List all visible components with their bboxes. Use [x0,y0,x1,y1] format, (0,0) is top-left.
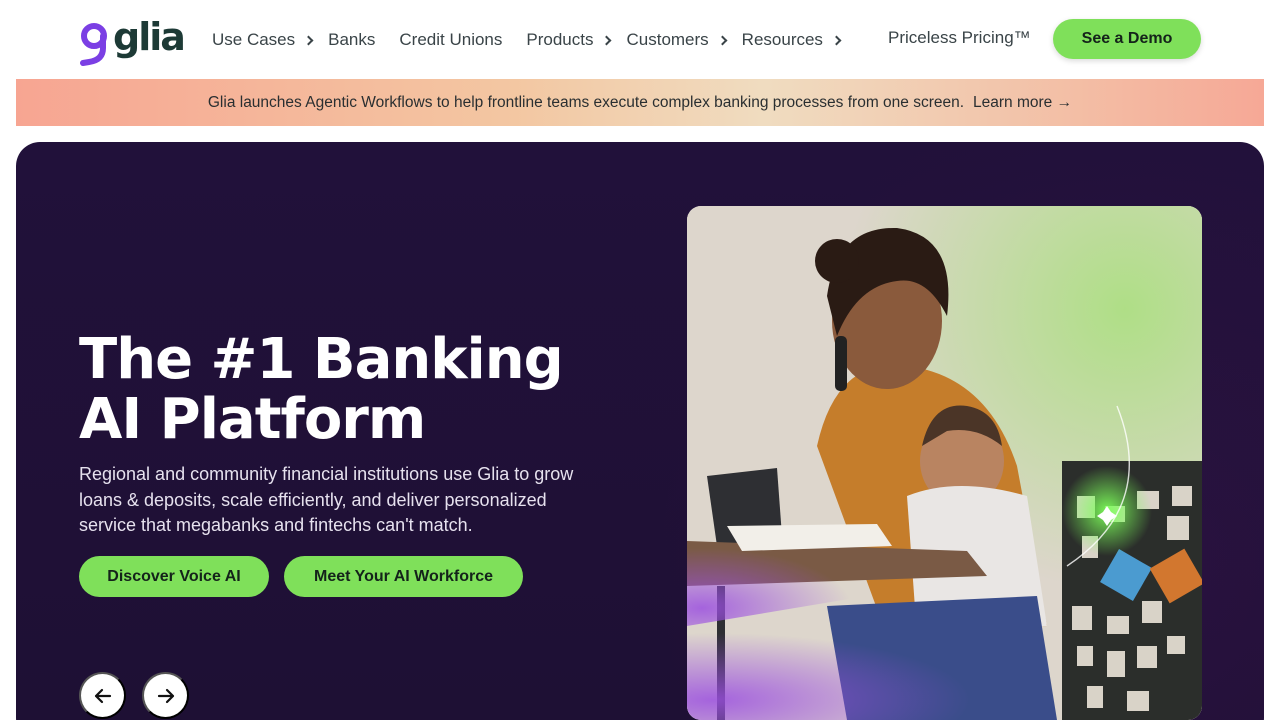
nav-item-customers[interactable]: Customers [626,30,729,50]
hero-photo [687,206,1202,720]
nav-item-pricing[interactable]: Priceless Pricing™ [888,28,1031,48]
discover-voice-ai-button[interactable]: Discover Voice AI [79,556,269,597]
see-a-demo-button[interactable]: See a Demo [1053,19,1201,59]
nav-item-label: Products [526,30,594,49]
arrow-left-icon [94,688,111,703]
learn-more-link[interactable]: Learn more → [973,94,1072,112]
announcement-text: Glia launches Agentic Workflows to help … [207,93,965,111]
nav-item-banks[interactable]: Banks [328,30,375,50]
glia-logo[interactable]: glia [79,14,186,66]
main-nav: Use Cases Banks Credit Unions Products C… [212,28,844,52]
chevron-right-icon [831,35,842,45]
carousel-next-button[interactable] [142,672,189,719]
hero-section: The #1 Banking AI Platform Regional and … [16,142,1264,720]
nav-item-resources[interactable]: Resources [742,30,844,50]
glia-logo-icon [79,18,109,66]
nav-item-label: Credit Unions [399,30,503,49]
chevron-right-icon [717,35,728,45]
chevron-right-icon [303,35,314,45]
hero-title: The #1 Banking AI Platform [79,327,564,452]
nav-item-use-cases[interactable]: Use Cases [212,30,316,50]
nav-item-credit-unions[interactable]: Credit Unions [399,30,502,50]
nav-item-label: Banks [328,30,376,49]
nav-item-label: Use Cases [212,30,296,49]
hero-subtitle: Regional and community financial institu… [79,464,574,535]
nav-item-label: Customers [626,30,709,49]
nav-item-label: Resources [741,30,823,49]
announcement-banner: Glia launches Agentic Workflows to help … [16,79,1264,126]
chevron-right-icon [602,35,612,45]
meet-ai-workforce-button[interactable]: Meet Your AI Workforce [284,556,523,597]
site-header: glia Use Cases Banks Credit Unions Produ… [0,0,1280,78]
glia-logo-wordmark: glia [113,15,186,59]
carousel-prev-button[interactable] [79,672,126,719]
arrow-right-icon [157,688,174,703]
nav-item-products[interactable]: Products [526,30,614,50]
